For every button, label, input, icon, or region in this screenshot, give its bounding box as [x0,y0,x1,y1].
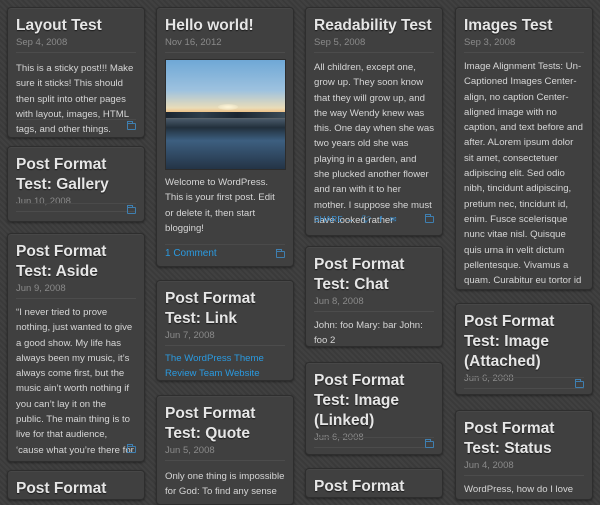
post-card-images-test[interactable]: Images Test Sep 3, 2008 Image Alignment … [455,7,593,290]
post-title[interactable]: Post Format Test: Quote [165,404,285,444]
folder-icon[interactable] [425,439,434,448]
folder-icon[interactable] [575,379,584,388]
post-excerpt: John: foo Mary: bar John: foo 2 [314,320,423,347]
post-card-image-attached[interactable]: Post Format Test: Image (Attached) Jun 6… [455,303,593,395]
comments-link[interactable]: 1 Comment [165,248,217,259]
post-title[interactable]: Post Format Test: Gallery [16,155,136,195]
folder-icon[interactable] [425,214,434,223]
post-title[interactable]: Readability Test [314,16,434,36]
folder-icon[interactable] [127,444,136,453]
post-title[interactable]: Layout Test [16,16,136,36]
post-card-layout-test[interactable]: Layout Test Sep 4, 2008 This is a sticky… [7,7,145,138]
post-title[interactable]: Post Format Test: Status [464,419,584,459]
post-card-partial[interactable]: Post Format [305,468,443,498]
folder-icon[interactable] [276,249,285,258]
post-link[interactable]: The WordPress Theme Review Team Website [165,351,285,380]
post-card-partial[interactable]: Post Format [7,470,145,500]
share-bar: SHARE → 🐦︎ f ✉ [314,215,402,224]
post-title[interactable]: Images Test [464,16,584,36]
email-icon[interactable]: ✉ [390,215,397,224]
post-card-aside[interactable]: Post Format Test: Aside Jun 9, 2008 “I n… [7,233,145,462]
post-footer [16,443,136,455]
post-date: Jun 5, 2008 [165,445,285,461]
post-card-chat[interactable]: Post Format Test: Chat Jun 8, 2008 John:… [305,246,443,347]
post-card-quote[interactable]: Post Format Test: Quote Jun 5, 2008 Only… [156,395,294,505]
post-footer [165,244,285,245]
post-title[interactable]: Post Format Test: Link [165,289,285,329]
post-title[interactable]: Post Format Test: Image (Linked) [314,371,434,431]
post-footer [16,119,136,131]
post-card-status[interactable]: Post Format Test: Status Jun 4, 2008 Wor… [455,410,593,500]
post-excerpt: Only one thing is impossible for God: To… [165,471,285,498]
post-date: Sep 4, 2008 [16,37,136,53]
post-footer [314,437,434,449]
post-card-hello-world[interactable]: Hello world! Nov 16, 2012 Welcome to Wor… [156,7,294,267]
featured-image[interactable] [165,59,286,170]
post-date: Nov 16, 2012 [165,37,285,53]
post-excerpt: All children, except one, grow up. They … [314,62,434,226]
post-title[interactable]: Post Format [314,477,434,497]
share-label: SHARE → [314,215,354,224]
post-excerpt: Welcome to WordPress. This is your first… [165,177,275,234]
post-title[interactable]: Hello world! [165,16,285,36]
post-date: Jun 9, 2008 [16,283,136,299]
post-footer [464,377,584,389]
post-excerpt: Image Alignment Tests: Un-Captioned Imag… [464,61,583,287]
post-title[interactable]: Post Format Test: Image (Attached) [464,312,584,372]
folder-icon[interactable] [127,121,136,130]
post-card-readability[interactable]: Readability Test Sep 5, 2008 All childre… [305,7,443,236]
post-date: Jun 4, 2008 [464,460,584,476]
post-excerpt: “I never tried to prove nothing, just wa… [16,307,134,461]
post-date: Sep 3, 2008 [464,37,584,53]
post-date: Jun 7, 2008 [165,330,285,346]
post-title[interactable]: Post Format Test: Chat [314,255,434,295]
facebook-icon[interactable]: f [379,215,382,224]
post-title[interactable]: Post Format Test: Aside [16,242,136,282]
post-card-gallery[interactable]: Post Format Test: Gallery Jun 10, 2008 [7,146,145,222]
post-date: Jun 8, 2008 [314,296,434,312]
twitter-icon[interactable]: 🐦︎ [361,215,371,224]
post-excerpt: WordPress, how do I love [464,484,574,495]
post-card-image-linked[interactable]: Post Format Test: Image (Linked) Jun 6, … [305,362,443,455]
folder-icon[interactable] [127,205,136,214]
post-footer [16,203,136,215]
post-date: Sep 5, 2008 [314,37,434,53]
post-card-link[interactable]: Post Format Test: Link Jun 7, 2008 The W… [156,280,294,381]
post-title[interactable]: Post Format [16,479,136,499]
